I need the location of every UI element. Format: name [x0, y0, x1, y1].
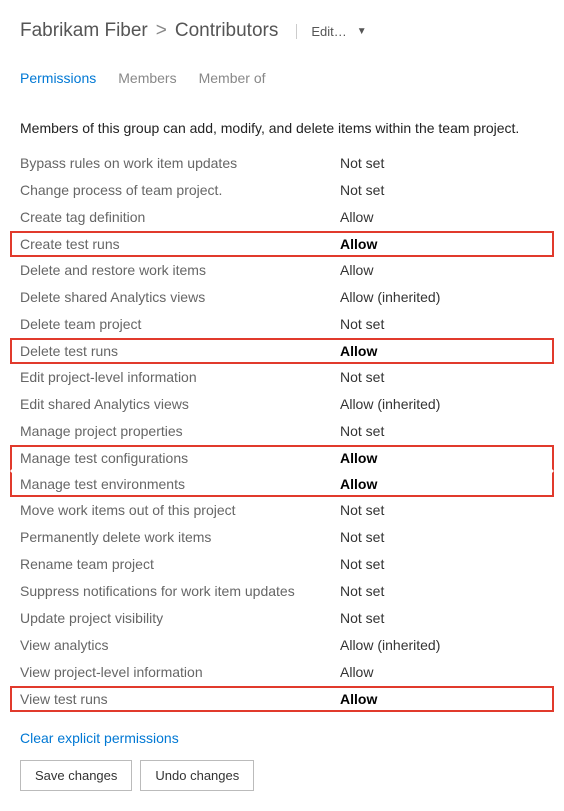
permission-value[interactable]: Not set: [340, 423, 384, 439]
permission-row[interactable]: Move work items out of this projectNot s…: [10, 497, 554, 523]
permission-row[interactable]: View project-level informationAllow: [10, 659, 554, 685]
permission-label: Permanently delete work items: [20, 529, 340, 545]
permission-label: Delete and restore work items: [20, 262, 340, 278]
permission-label: Edit project-level information: [20, 369, 340, 385]
permission-value[interactable]: Allow: [340, 236, 377, 252]
breadcrumb-project[interactable]: Fabrikam Fiber: [20, 20, 148, 42]
chevron-down-icon: ▼: [357, 26, 367, 37]
save-button[interactable]: Save changes: [20, 760, 132, 791]
button-row: Save changes Undo changes: [0, 756, 564, 811]
permission-label: Delete shared Analytics views: [20, 289, 340, 305]
permission-value[interactable]: Allow: [340, 664, 373, 680]
breadcrumb-separator: >: [156, 20, 167, 42]
permission-row[interactable]: Permanently delete work itemsNot set: [10, 524, 554, 550]
tabs: Permissions Members Member of: [0, 52, 564, 92]
permission-value[interactable]: Allow: [340, 262, 373, 278]
permission-row[interactable]: Bypass rules on work item updatesNot set: [10, 150, 554, 176]
permission-label: Rename team project: [20, 556, 340, 572]
undo-button[interactable]: Undo changes: [140, 760, 254, 791]
permission-value[interactable]: Allow: [340, 691, 377, 707]
tab-permissions[interactable]: Permissions: [20, 70, 96, 88]
permission-row[interactable]: Manage test environmentsAllow: [10, 471, 554, 497]
permission-value[interactable]: Not set: [340, 316, 384, 332]
permission-label: Manage test configurations: [20, 450, 340, 466]
permission-label: Delete test runs: [20, 343, 340, 359]
permission-label: Manage project properties: [20, 423, 340, 439]
permission-value[interactable]: Allow (inherited): [340, 637, 440, 653]
permission-label: View analytics: [20, 637, 340, 653]
group-description: Members of this group can add, modify, a…: [0, 92, 564, 150]
permission-label: View test runs: [20, 691, 340, 707]
permission-label: Create tag definition: [20, 209, 340, 225]
permission-label: Create test runs: [20, 236, 340, 252]
permission-row[interactable]: Rename team projectNot set: [10, 551, 554, 577]
clear-explicit-permissions-link[interactable]: Clear explicit permissions: [20, 730, 179, 746]
tab-member-of[interactable]: Member of: [199, 70, 266, 88]
permission-row[interactable]: Delete shared Analytics viewsAllow (inhe…: [10, 284, 554, 310]
permission-row[interactable]: Edit project-level informationNot set: [10, 364, 554, 390]
permission-row[interactable]: Delete and restore work itemsAllow: [10, 257, 554, 283]
permission-value[interactable]: Not set: [340, 529, 384, 545]
permission-value[interactable]: Not set: [340, 369, 384, 385]
tab-members[interactable]: Members: [118, 70, 176, 88]
permission-label: Move work items out of this project: [20, 502, 340, 518]
permission-row[interactable]: Delete test runsAllow: [10, 338, 554, 364]
breadcrumb: Fabrikam Fiber > Contributors Edit… ▼: [0, 0, 564, 52]
permission-value[interactable]: Allow (inherited): [340, 289, 440, 305]
permission-label: Change process of team project.: [20, 182, 340, 198]
permission-row[interactable]: Suppress notifications for work item upd…: [10, 578, 554, 604]
permission-value[interactable]: Not set: [340, 182, 384, 198]
permission-label: Update project visibility: [20, 610, 340, 626]
permission-row[interactable]: Update project visibilityNot set: [10, 605, 554, 631]
edit-menu[interactable]: Edit… ▼: [296, 24, 366, 39]
permissions-list: Bypass rules on work item updatesNot set…: [0, 150, 564, 712]
permission-label: Bypass rules on work item updates: [20, 155, 340, 171]
permission-row[interactable]: Change process of team project.Not set: [10, 177, 554, 203]
edit-menu-label: Edit…: [311, 24, 346, 39]
permission-row[interactable]: View test runsAllow: [10, 686, 554, 712]
permission-value[interactable]: Not set: [340, 502, 384, 518]
permission-value[interactable]: Not set: [340, 583, 384, 599]
permission-row[interactable]: Delete team projectNot set: [10, 311, 554, 337]
permission-row[interactable]: Create test runsAllow: [10, 231, 554, 257]
permission-row[interactable]: Manage test configurationsAllow: [10, 445, 554, 471]
permission-value[interactable]: Not set: [340, 556, 384, 572]
permission-label: Edit shared Analytics views: [20, 396, 340, 412]
permission-row[interactable]: Create tag definitionAllow: [10, 204, 554, 230]
breadcrumb-group: Contributors: [175, 20, 279, 42]
permission-value[interactable]: Not set: [340, 155, 384, 171]
permission-row[interactable]: Manage project propertiesNot set: [10, 418, 554, 444]
permission-row[interactable]: Edit shared Analytics viewsAllow (inheri…: [10, 391, 554, 417]
permission-label: Delete team project: [20, 316, 340, 332]
permission-value[interactable]: Allow: [340, 343, 377, 359]
permission-value[interactable]: Allow: [340, 476, 377, 492]
permission-row[interactable]: View analyticsAllow (inherited): [10, 632, 554, 658]
permission-value[interactable]: Allow: [340, 209, 373, 225]
permission-value[interactable]: Allow: [340, 450, 377, 466]
permission-label: View project-level information: [20, 664, 340, 680]
permission-value[interactable]: Not set: [340, 610, 384, 626]
permission-value[interactable]: Allow (inherited): [340, 396, 440, 412]
permission-label: Suppress notifications for work item upd…: [20, 583, 340, 599]
permission-label: Manage test environments: [20, 476, 340, 492]
